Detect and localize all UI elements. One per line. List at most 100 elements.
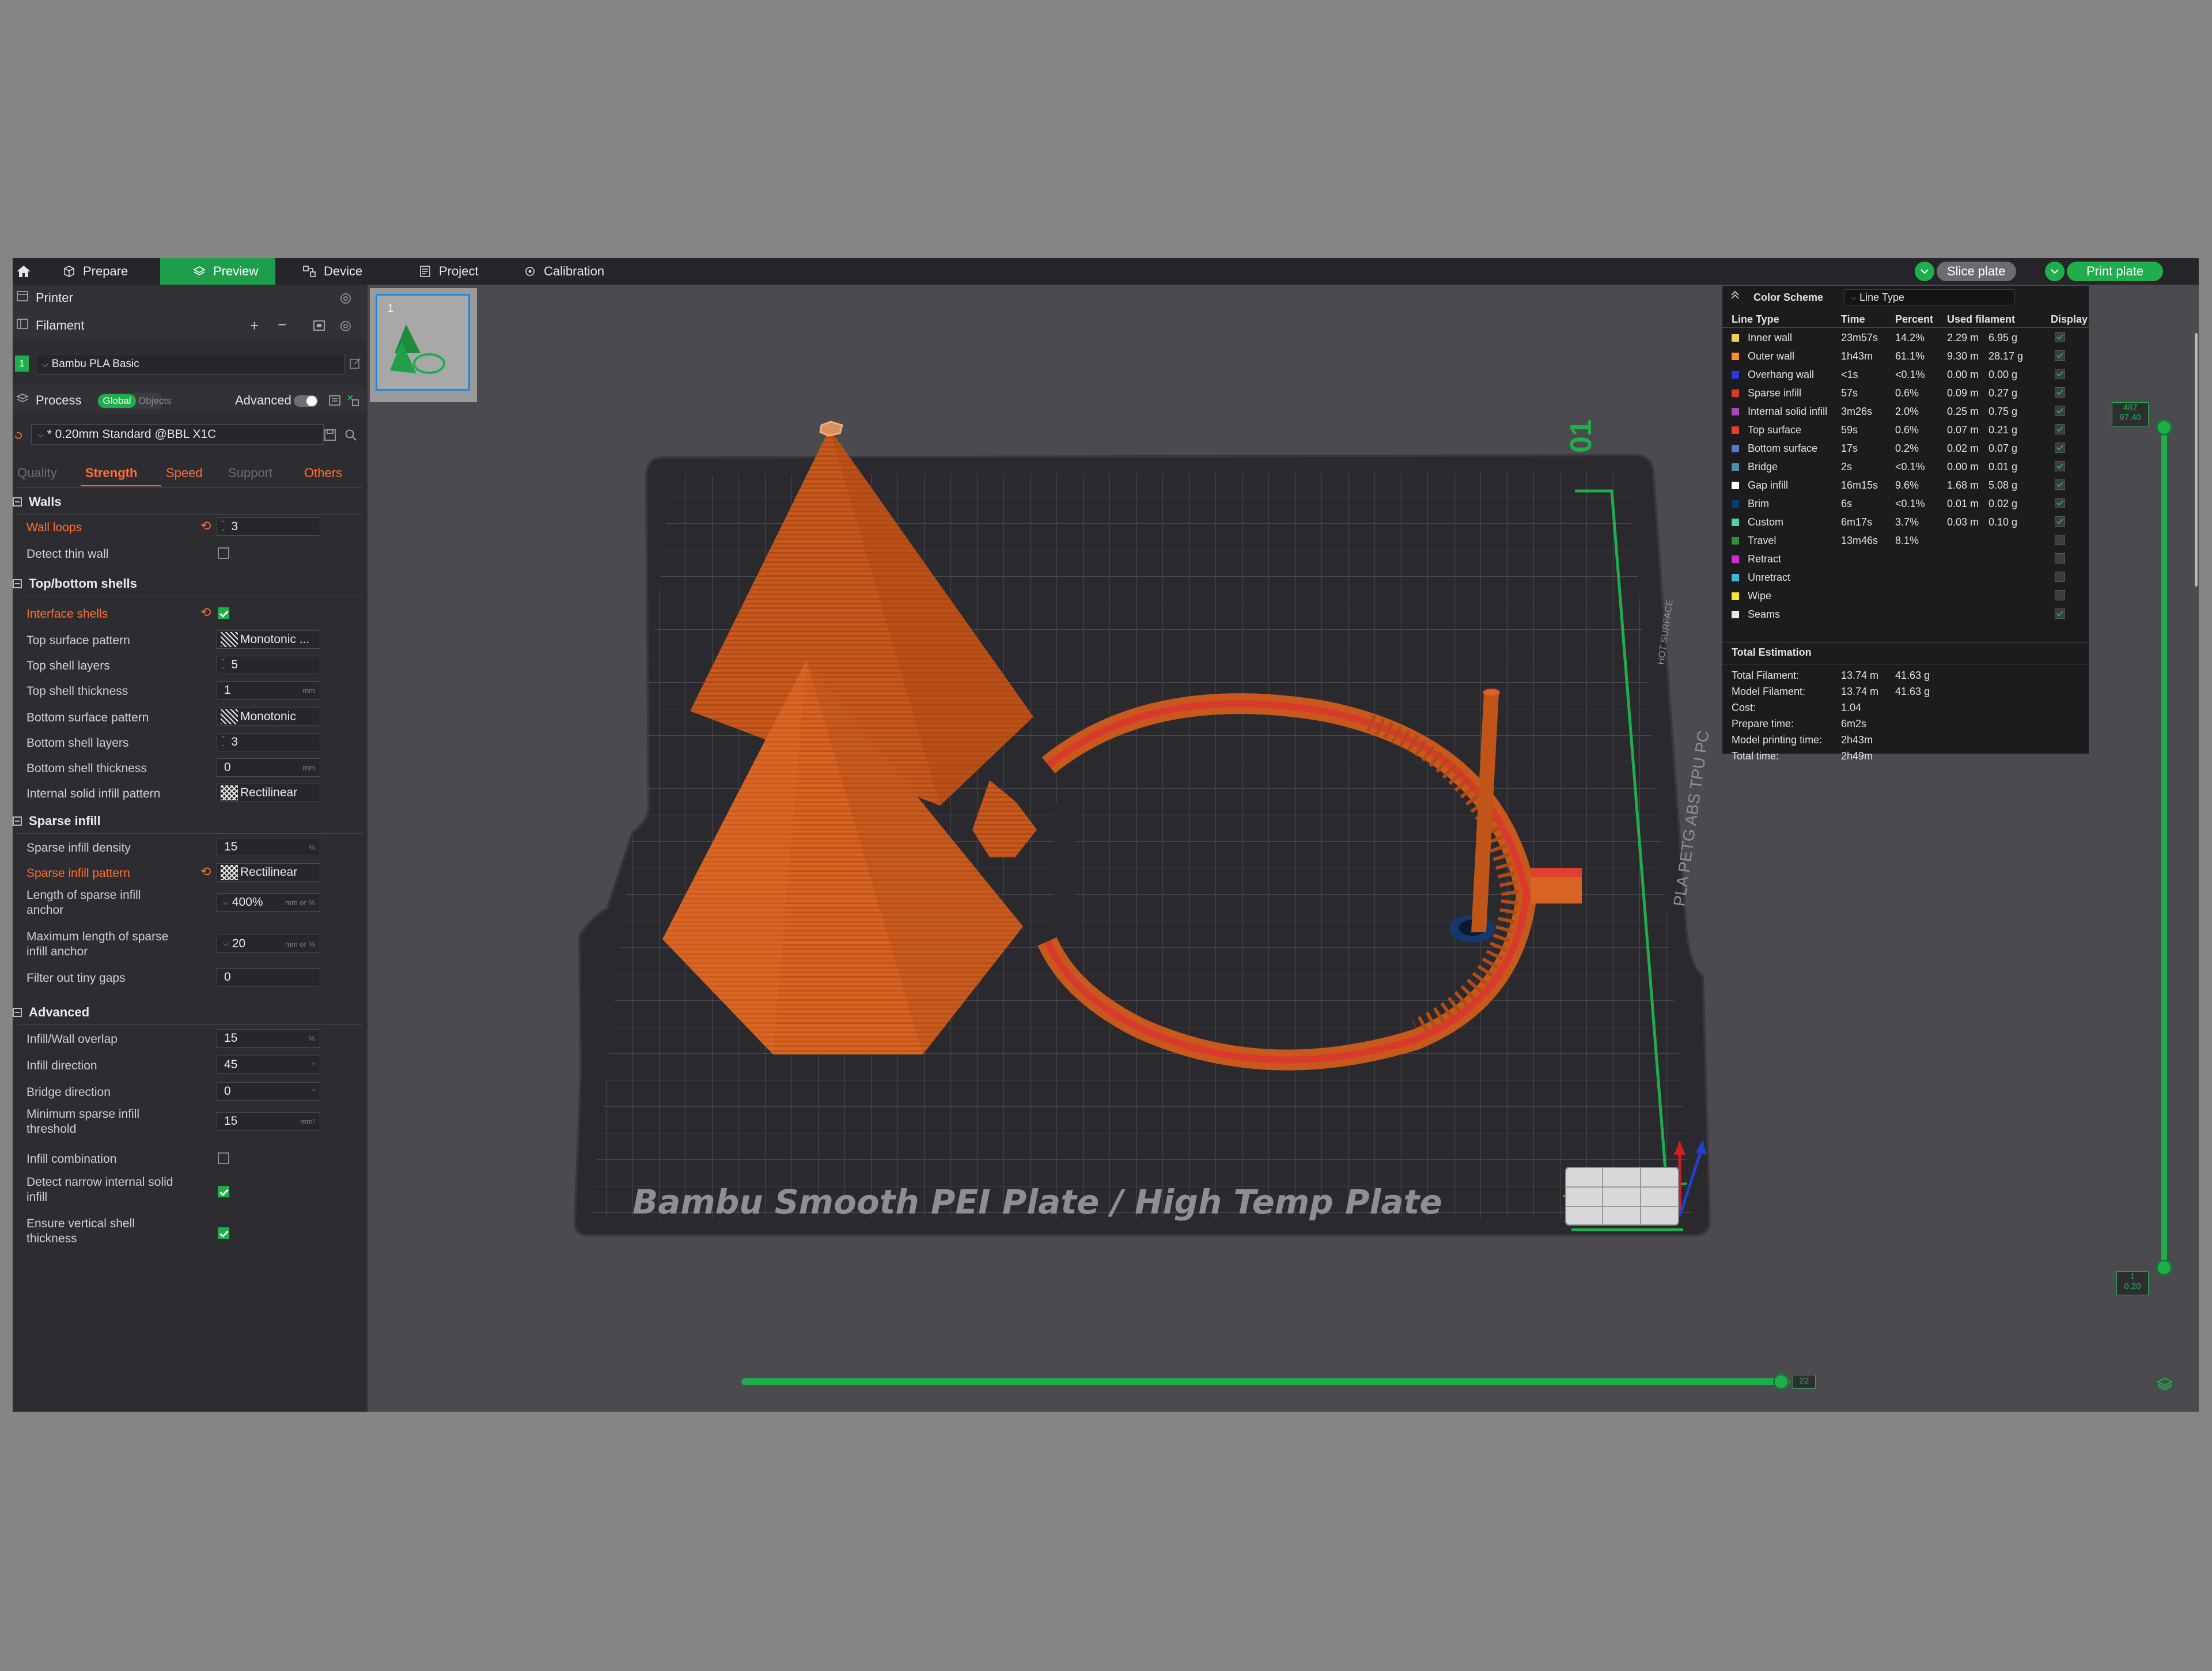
display-checkbox[interactable] [2055,553,2065,564]
layers-icon[interactable] [2156,1376,2173,1395]
objects-option[interactable]: Objects [138,395,172,407]
internal-solid-infill-pattern-select[interactable]: Rectilinear [217,784,320,802]
sparse-infill-pattern-select[interactable]: Rectilinear [217,863,320,882]
group-walls[interactable]: Walls [13,494,62,509]
plate-name: Bambu Smooth PEI Plate / High Temp Plate [632,1182,1442,1222]
legend-weight: 0.00 g [1988,369,2018,380]
sparse-infill-density-input[interactable]: 15% [217,838,320,856]
tab-support[interactable]: Support [228,466,272,481]
display-checkbox[interactable] [2055,443,2065,453]
filament-select[interactable]: ⌵ Bambu PLA Basic [36,354,344,375]
advanced-toggle[interactable] [294,395,318,407]
display-checkbox[interactable] [2055,608,2065,619]
reset-icon[interactable]: ⟲ [200,864,211,879]
top-shell-layers-input[interactable]: ⌃ ⌄ 5 [217,656,320,674]
display-checkbox[interactable] [2055,424,2065,434]
tab-device[interactable]: Device [303,258,389,285]
slice-plate-button[interactable]: Slice plate [1915,262,2016,281]
compare-icon[interactable] [328,394,342,411]
group-advanced[interactable]: Advanced [13,1005,89,1020]
legend-time: 57s [1841,387,1858,399]
bottom-shell-thickness-input[interactable]: 0 mm [217,758,320,777]
display-checkbox[interactable] [2055,369,2065,379]
color-scheme-select[interactable]: ⌵ Line Type [1844,289,2015,305]
display-checkbox[interactable] [2055,590,2065,600]
legend-percent: 9.6% [1895,479,1919,491]
process-section: Process Global Objects Advanced [13,387,368,414]
tab-calibration[interactable]: Calibration [524,258,639,285]
display-checkbox[interactable] [2055,572,2065,582]
infill-combination-checkbox[interactable] [218,1152,229,1164]
global-objects-toggle[interactable]: Global Objects [97,393,172,409]
tab-project[interactable]: Project [419,258,506,285]
detect-narrow-infill-label-1: Detect narrow internal solid [26,1175,173,1189]
display-checkbox[interactable] [2055,350,2065,361]
ensure-vertical-shell-checkbox[interactable] [218,1227,229,1239]
project-icon [419,266,431,277]
wall-loops-input[interactable]: ⌃ ⌄ 3 [217,517,320,536]
group-top-bottom-shells[interactable]: Top/bottom shells [13,576,137,591]
divider [17,833,363,834]
legend-length: 0.00 m [1947,461,1979,472]
layer-slider-bottom-handle[interactable] [2156,1260,2172,1276]
display-checkbox[interactable] [2055,498,2065,508]
save-icon[interactable] [324,429,336,445]
legend-name: Travel [1748,535,1777,546]
display-checkbox[interactable] [2055,479,2065,490]
display-checkbox[interactable] [2055,535,2065,545]
display-checkbox[interactable] [2055,406,2065,416]
tab-prepare[interactable]: Prepare [63,258,150,285]
process-label: Process [36,393,82,407]
bridge-direction-input[interactable]: 0 ° [217,1082,320,1101]
chevron-down-icon[interactable] [2045,262,2065,281]
print-plate-button[interactable]: Print plate [2045,262,2164,281]
printer-label: Printer [36,290,73,305]
display-checkbox[interactable] [2055,332,2065,342]
group-sparse-infill[interactable]: Sparse infill [13,814,101,829]
process-preset-select[interactable]: ⌵ * 0.20mm Standard @BBL X1C [31,424,324,445]
search-settings-icon[interactable] [346,393,361,411]
preset-reset-icon[interactable] [14,430,23,444]
infill-direction-input[interactable]: 45 ° [217,1056,320,1074]
tab-preview[interactable]: Preview [160,258,275,285]
tab-others[interactable]: Others [304,466,342,481]
gear-icon[interactable] [339,292,353,309]
interface-shells-checkbox[interactable] [218,607,229,619]
sparse-infill-anchor-input[interactable]: ⌵ 400% mm or % [217,893,320,912]
printer-section[interactable]: Printer [13,285,368,311]
move-slider-handle[interactable] [1773,1374,1789,1390]
remove-icon[interactable]: − [278,316,286,334]
chevron-up-icon[interactable] [1730,290,1740,303]
detect-thin-wall-checkbox[interactable] [218,547,229,559]
min-sparse-infill-threshold-input[interactable]: 15 mm² [217,1112,320,1131]
top-surface-pattern-select[interactable]: Monotonic ... [217,630,320,649]
filament-section[interactable]: Filament + − [13,312,368,339]
add-icon[interactable]: + [250,317,259,335]
chevron-down-icon[interactable] [1915,262,1934,281]
reset-icon[interactable]: ⟲ [200,605,211,620]
move-slider[interactable] [741,1378,1790,1385]
edit-icon[interactable] [349,357,362,373]
display-checkbox[interactable] [2055,387,2065,398]
layer-slider-top-handle[interactable] [2156,419,2172,436]
global-option[interactable]: Global [98,394,136,408]
top-shell-thickness-input[interactable]: 1 mm [217,681,320,700]
filament-sync-icon[interactable] [312,319,326,335]
search-icon[interactable] [344,429,357,445]
infill-wall-overlap-input[interactable]: 15% [217,1029,320,1048]
filter-tiny-gaps-input[interactable]: 0 [217,968,320,986]
display-checkbox[interactable] [2055,516,2065,527]
tab-strength[interactable]: Strength [85,466,137,481]
layer-slider[interactable] [2161,425,2167,1267]
bottom-surface-pattern-select[interactable]: Monotonic [217,708,320,726]
bottom-shell-layers-input[interactable]: ⌃ ⌄ 3 [217,733,320,751]
tab-quality[interactable]: Quality [17,466,56,481]
tab-speed[interactable]: Speed [166,466,203,481]
home-icon[interactable] [13,258,35,285]
scrollbar[interactable] [2195,333,2198,587]
reset-icon[interactable]: ⟲ [200,519,211,534]
sparse-infill-anchor-max-input[interactable]: ⌵ 20 mm or % [217,935,320,953]
gear-icon[interactable] [339,319,353,337]
detect-narrow-infill-checkbox[interactable] [218,1186,229,1197]
display-checkbox[interactable] [2055,461,2065,471]
